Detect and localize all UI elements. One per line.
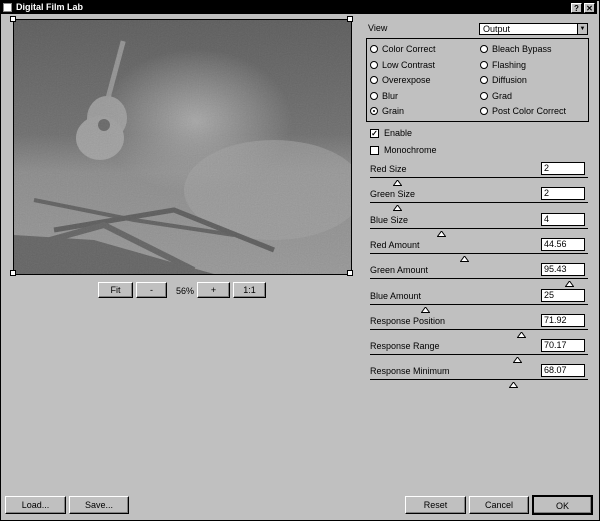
radio-dot [370, 91, 378, 100]
crop-handle-bottom-right[interactable] [347, 270, 353, 276]
blue-amount-slider-thumb[interactable] [420, 305, 430, 313]
crop-handle-top-right[interactable] [347, 16, 353, 22]
blue-size-label: Blue Size [370, 214, 409, 225]
effect-label: Flashing [492, 59, 527, 70]
zoom-out-button[interactable]: - [136, 282, 167, 298]
radio-dot [370, 45, 378, 53]
radio-dot [480, 60, 488, 69]
actual-size-button[interactable]: 1:1 [233, 282, 266, 298]
blue-size-slider-thumb[interactable] [436, 229, 447, 237]
response-range-slider-track[interactable] [370, 354, 588, 356]
blue-size-input[interactable]: 4 [541, 212, 585, 226]
green-size-slider-track[interactable] [370, 202, 588, 204]
response-minimum-input[interactable]: 68.07 [541, 364, 585, 378]
response-minimum-slider-track[interactable] [370, 379, 588, 381]
radio-dot [480, 91, 488, 100]
green-amount-slider-track[interactable] [370, 278, 588, 280]
effect-label: Grain [382, 106, 405, 116]
checkbox-box [370, 146, 379, 155]
red-size-input[interactable]: 2 [541, 162, 585, 175]
effect-label: Color Correct [382, 44, 436, 54]
green-amount-input[interactable]: 95.43 [541, 263, 585, 277]
view-label: View [368, 23, 388, 33]
red-size-label: Red Size [370, 164, 407, 174]
radio-dot [370, 107, 378, 115]
radio-dot [480, 107, 488, 115]
reset-button[interactable]: Reset [405, 496, 466, 514]
response-position-input[interactable]: 71.92 [541, 313, 585, 327]
green-amount-slider-thumb[interactable] [564, 279, 575, 288]
monochrome-label: Monochrome [384, 145, 437, 155]
close-button[interactable]: ✕ [584, 3, 595, 13]
response-minimum-label: Response Minimum [370, 366, 450, 377]
effect-label: Overexpose [382, 75, 431, 85]
ok-button[interactable]: OK [532, 495, 593, 515]
green-size-input[interactable]: 2 [541, 187, 585, 201]
app-icon [3, 3, 12, 12]
preview-photo [14, 20, 351, 274]
response-range-slider-thumb[interactable] [512, 355, 523, 364]
cancel-button[interactable]: Cancel [469, 496, 529, 514]
radio-dot [480, 76, 488, 84]
radio-dot [370, 60, 378, 69]
red-amount-input[interactable]: 44.56 [541, 237, 585, 251]
response-range-input[interactable]: 70.17 [541, 339, 585, 353]
help-button[interactable]: ? [571, 3, 582, 13]
radio-dot [480, 45, 488, 53]
response-range-label: Response Range [370, 341, 440, 352]
window-title: Digital Film Lab [16, 2, 84, 12]
effect-label: Low Contrast [382, 59, 436, 70]
blue-amount-input[interactable]: 25 [541, 288, 585, 302]
save-button[interactable]: Save... [69, 496, 129, 514]
response-position-slider-thumb[interactable] [516, 330, 527, 338]
effect-label: Grad [492, 90, 513, 101]
effect-label: Bleach Bypass [492, 44, 552, 54]
title-bar: Digital Film Lab ? ✕ [1, 1, 597, 14]
red-size-slider-thumb[interactable] [392, 178, 403, 186]
green-size-label: Green Size [370, 189, 416, 200]
check-icon: ✓ [370, 129, 379, 138]
response-position-slider-track[interactable] [370, 328, 588, 330]
view-selected-value: Output [483, 24, 511, 34]
green-size-slider-thumb[interactable] [392, 203, 403, 212]
radio-dot [370, 76, 378, 84]
green-amount-label: Green Amount [370, 265, 429, 276]
response-position-label: Response Position [370, 315, 446, 326]
red-amount-slider-track[interactable] [370, 252, 588, 254]
image-preview[interactable] [13, 19, 352, 275]
blue-size-slider-track[interactable] [370, 227, 588, 229]
blue-amount-label: Blue Amount [370, 290, 422, 301]
effect-label: Blur [382, 90, 399, 101]
red-amount-slider-thumb[interactable] [459, 254, 470, 262]
fit-button[interactable]: Fit [98, 282, 133, 298]
load-button[interactable]: Load... [5, 496, 66, 514]
red-amount-label: Red Amount [370, 239, 420, 250]
effect-label: Post Color Correct [492, 106, 567, 116]
crop-handle-bottom-left[interactable] [10, 270, 16, 276]
zoom-in-button[interactable]: + [197, 282, 230, 298]
crop-handle-top-left[interactable] [10, 16, 16, 22]
zoom-level: 56% [175, 286, 194, 296]
chevron-down-icon[interactable]: ▼ [577, 24, 587, 34]
enable-label: Enable [384, 128, 413, 138]
red-size-slider-track[interactable] [370, 177, 588, 178]
response-minimum-slider-thumb[interactable] [508, 380, 519, 389]
view-select[interactable]: Output ▼ [479, 23, 588, 35]
effect-label: Diffusion [492, 75, 527, 85]
blue-amount-slider-track[interactable] [370, 303, 588, 305]
